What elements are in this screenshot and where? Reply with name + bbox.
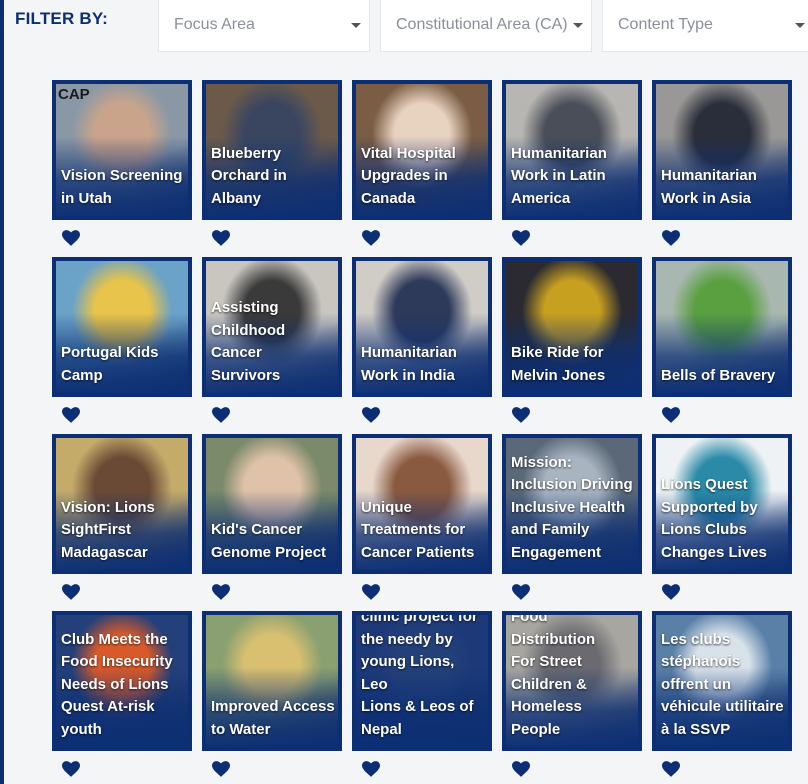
focus-area-dropdown[interactable]: Focus Area [158,0,370,52]
story-title: Bells of Bravery [661,366,776,384]
content-type-dropdown[interactable]: Content Type [602,0,808,52]
story-card[interactable]: Humanitarian Work in India [352,257,492,397]
story-title: Les clubs stéphanois offrent un véhicule… [661,630,784,738]
story-card[interactable]: Club Meets the Food Insecurity Needs of … [52,611,192,751]
story-card[interactable]: Bells of Bravery [652,257,792,397]
story-title: Kid's Cancer Genome Project [211,521,327,561]
heart-icon[interactable] [662,407,680,423]
story-card[interactable]: Vital Hospital Upgrades in Canada [352,80,492,220]
story-title: Unique Treatments for Cancer Patients [361,498,475,561]
chevron-down-icon [573,23,583,28]
focus-area-placeholder: Focus Area [174,16,255,33]
story-card[interactable]: Bike Ride for Melvin Jones [502,257,642,397]
story-card[interactable]: Les clubs stéphanois offrent un véhicule… [652,611,792,751]
story-title: Humanitarian Work in Asia [661,167,757,207]
story-card[interactable]: Lions Quest Supported by Lions Clubs Cha… [652,434,792,574]
heart-icon[interactable] [212,761,230,777]
thumbnail-sign-text: CAP [58,86,90,103]
story-title: Vision Screening in Utah [61,167,183,207]
heart-icon[interactable] [362,761,380,777]
heart-icon[interactable] [212,407,230,423]
story-title: Mission: Inclusion Driving Inclusive Hea… [511,453,633,561]
heart-icon[interactable] [62,761,80,777]
content-type-placeholder: Content Type [618,16,713,33]
story-card[interactable]: Mission: Inclusion Driving Inclusive Hea… [502,434,642,574]
heart-icon[interactable] [362,584,380,600]
story-title: Assisting Childhood Cancer Survivors [211,299,286,384]
story-title: Vision: Lions SightFirst Madagascar [61,498,155,561]
story-title: clinic project for the needy by young Li… [361,611,478,738]
story-title: Food Distribution For Street Children & … [511,611,596,738]
story-title: Improved Access to Water [211,698,335,738]
heart-icon[interactable] [62,584,80,600]
story-title: Bike Ride for Melvin Jones [511,344,606,384]
story-card[interactable]: Portugal Kids Camp [52,257,192,397]
story-card[interactable]: clinic project for the needy by young Li… [352,611,492,751]
heart-icon[interactable] [362,407,380,423]
filter-bar: FILTER BY: Focus Area Constitutional Are… [0,0,808,58]
story-title: Blueberry Orchard in Albany [211,144,287,207]
story-card[interactable]: Blueberry Orchard in Albany [202,80,342,220]
heart-icon[interactable] [662,761,680,777]
chevron-down-icon [351,23,361,28]
constitutional-area-placeholder: Constitutional Area (CA) [396,16,568,33]
chevron-down-icon [795,23,805,28]
story-title: Humanitarian Work in India [361,344,457,384]
story-card[interactable]: Kid's Cancer Genome Project [202,434,342,574]
story-card[interactable]: Improved Access to Water [202,611,342,751]
story-card[interactable]: Unique Treatments for Cancer Patients [352,434,492,574]
heart-icon[interactable] [662,584,680,600]
story-title: Club Meets the Food Insecurity Needs of … [61,630,173,738]
left-border [0,0,4,784]
heart-icon[interactable] [362,230,380,246]
heart-icon[interactable] [512,584,530,600]
story-card[interactable]: Humanitarian Work in Latin America [502,80,642,220]
story-title: Lions Quest Supported by Lions Clubs Cha… [661,476,767,561]
story-card[interactable]: Vision: Lions SightFirst Madagascar [52,434,192,574]
story-card[interactable]: Food Distribution For Street Children & … [502,611,642,751]
story-card[interactable]: Humanitarian Work in Asia [652,80,792,220]
constitutional-area-dropdown[interactable]: Constitutional Area (CA) [380,0,592,52]
heart-icon[interactable] [62,407,80,423]
heart-icon[interactable] [212,230,230,246]
heart-icon[interactable] [512,407,530,423]
story-title: Portugal Kids Camp [61,344,159,384]
heart-icon[interactable] [212,584,230,600]
heart-icon[interactable] [62,230,80,246]
story-title: Vital Hospital Upgrades in Canada [361,144,456,207]
story-card[interactable]: Assisting Childhood Cancer Survivors [202,257,342,397]
heart-icon[interactable] [512,230,530,246]
heart-icon[interactable] [662,230,680,246]
filter-label: FILTER BY: [15,9,108,28]
story-title: Humanitarian Work in Latin America [511,144,607,207]
heart-icon[interactable] [512,761,530,777]
story-grid: Vision Screening in Utah Blueberry Orchar… [52,80,792,777]
